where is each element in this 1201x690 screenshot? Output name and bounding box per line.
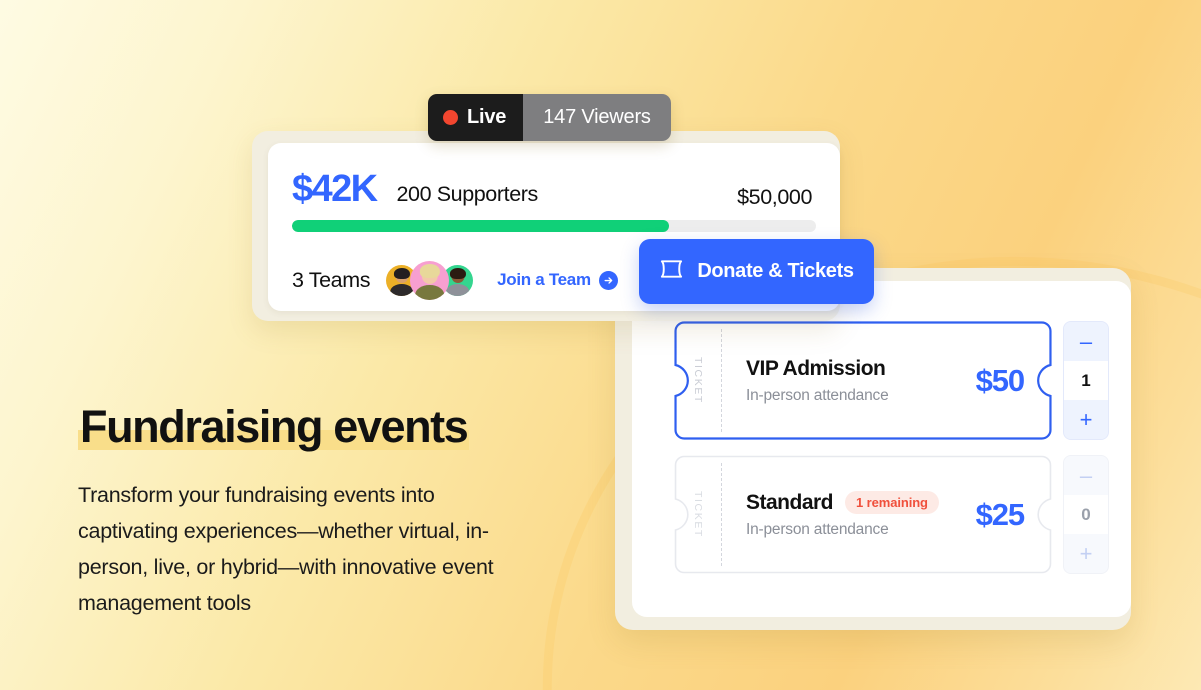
- increment-button[interactable]: +: [1064, 400, 1108, 439]
- ticket-title: Standard: [746, 490, 834, 514]
- arrow-right-icon: [598, 270, 618, 290]
- live-indicator: Live: [428, 94, 524, 141]
- progress-bar-fill: [292, 220, 670, 232]
- progress-bar: [292, 220, 816, 232]
- ticket-price: $50: [975, 362, 1026, 398]
- avatar-hair: [419, 264, 440, 279]
- join-a-team-label: Join a Team: [497, 270, 591, 289]
- tickets-card-frame: TICKET VIP Admission In-person attendanc…: [615, 268, 1131, 630]
- donate-and-tickets-button[interactable]: Donate & Tickets: [639, 239, 874, 304]
- team-avatar-group: [386, 260, 474, 300]
- live-status-badge: Live 147 Viewers: [428, 94, 671, 141]
- ticket-title-line: VIP Admission: [746, 357, 976, 381]
- quantity-value: 0: [1064, 495, 1108, 534]
- ticket-stub-label: TICKET: [692, 491, 704, 538]
- hero-description: Transform your fundraising events into c…: [78, 483, 494, 615]
- fundraising-goal: $50,000: [737, 184, 812, 209]
- live-dot-icon: [443, 110, 458, 125]
- decrement-button[interactable]: –: [1064, 322, 1108, 361]
- ticket-details: VIP Admission In-person attendance: [722, 357, 976, 405]
- tickets-card: TICKET VIP Admission In-person attendanc…: [632, 281, 1131, 617]
- page-title: Fundraising events: [78, 401, 470, 452]
- ticket-row: TICKET Standard 1 remaining In-person at…: [674, 455, 1109, 574]
- ticket-vip-admission[interactable]: TICKET VIP Admission In-person attendanc…: [674, 321, 1052, 440]
- teams-count-label: 3 Teams: [292, 267, 371, 292]
- live-label: Live: [467, 106, 507, 128]
- avatar[interactable]: [410, 260, 450, 300]
- ticket-content: TICKET VIP Admission In-person attendanc…: [674, 321, 1052, 440]
- quantity-value: 1: [1064, 361, 1108, 400]
- ticket-price: $25: [975, 496, 1026, 532]
- ticket-icon: [659, 259, 684, 285]
- hero-copy: Fundraising events Transform your fundra…: [78, 404, 548, 621]
- quantity-stepper[interactable]: – 0 +: [1063, 455, 1109, 574]
- ticket-title-line: Standard 1 remaining: [746, 491, 976, 515]
- headline-text: Fundraising events: [80, 401, 469, 452]
- donate-button-label: Donate & Tickets: [697, 260, 854, 282]
- ticket-content: TICKET Standard 1 remaining In-person at…: [674, 455, 1052, 574]
- viewer-count: 147 Viewers: [523, 94, 671, 141]
- ticket-details: Standard 1 remaining In-person attendanc…: [722, 491, 976, 539]
- avatar-body: [445, 283, 470, 296]
- ticket-subtitle: In-person attendance: [746, 386, 889, 404]
- ticket-standard[interactable]: TICKET Standard 1 remaining In-person at…: [674, 455, 1052, 574]
- hero-banner: Fundraising events Transform your fundra…: [0, 0, 1201, 690]
- decrement-button[interactable]: –: [1064, 456, 1108, 495]
- join-a-team-link[interactable]: Join a Team: [497, 270, 618, 290]
- ticket-stub-label: TICKET: [692, 357, 704, 404]
- avatar-hair: [449, 267, 466, 279]
- ticket-subtitle: In-person attendance: [746, 520, 889, 538]
- avatar-body: [414, 284, 445, 300]
- quantity-stepper[interactable]: – 1 +: [1063, 321, 1109, 440]
- amount-raised: $42K: [292, 168, 378, 210]
- ticket-row: TICKET VIP Admission In-person attendanc…: [674, 321, 1109, 440]
- status-badge: 1 remaining: [845, 491, 939, 514]
- avatar-hair: [393, 267, 410, 279]
- fundraising-summary: $42K 200 Supporters $50,000: [292, 170, 816, 210]
- increment-button[interactable]: +: [1064, 534, 1108, 573]
- supporters-count: 200 Supporters: [396, 182, 538, 206]
- ticket-title: VIP Admission: [746, 356, 886, 380]
